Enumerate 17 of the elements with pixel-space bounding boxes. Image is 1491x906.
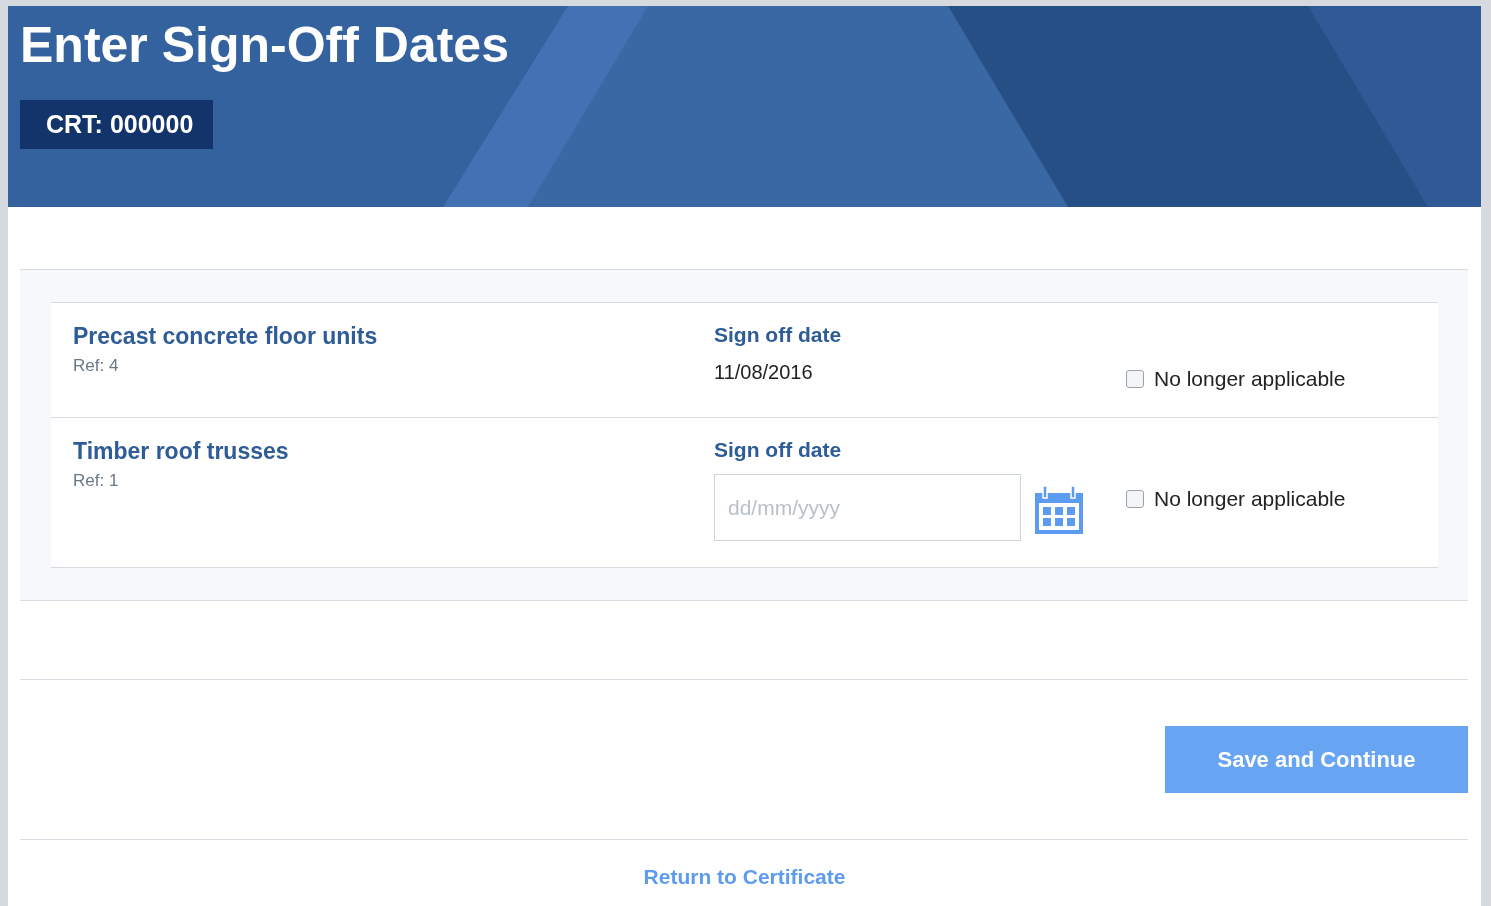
item-ref: Ref: 1 <box>73 471 120 491</box>
checkbox[interactable] <box>1126 370 1144 388</box>
field-label: Sign off date <box>714 323 843 347</box>
date-field[interactable]: dd/mm/yyyy <box>714 474 1021 541</box>
item-name: Precast concrete floor units <box>73 323 379 350</box>
page-title: Enter Sign-Off Dates <box>20 16 510 75</box>
item-ref: Ref: 4 <box>73 356 120 376</box>
checkbox[interactable] <box>1126 490 1144 508</box>
certificate-badge: CRT: 000000 <box>20 100 214 149</box>
field-label: Sign off date <box>714 438 843 462</box>
calendar-icon[interactable] <box>1034 485 1084 535</box>
return-link[interactable]: Return to Certificate <box>643 865 846 888</box>
item-name: Timber roof trusses <box>73 438 290 465</box>
sign-off-date: 11/08/2016 <box>714 361 814 384</box>
checkbox-label: No longer applicable <box>1154 487 1346 511</box>
save-and-continue-button[interactable]: Save and Continue <box>1165 726 1468 793</box>
checkbox-label: No longer applicable <box>1154 367 1346 391</box>
